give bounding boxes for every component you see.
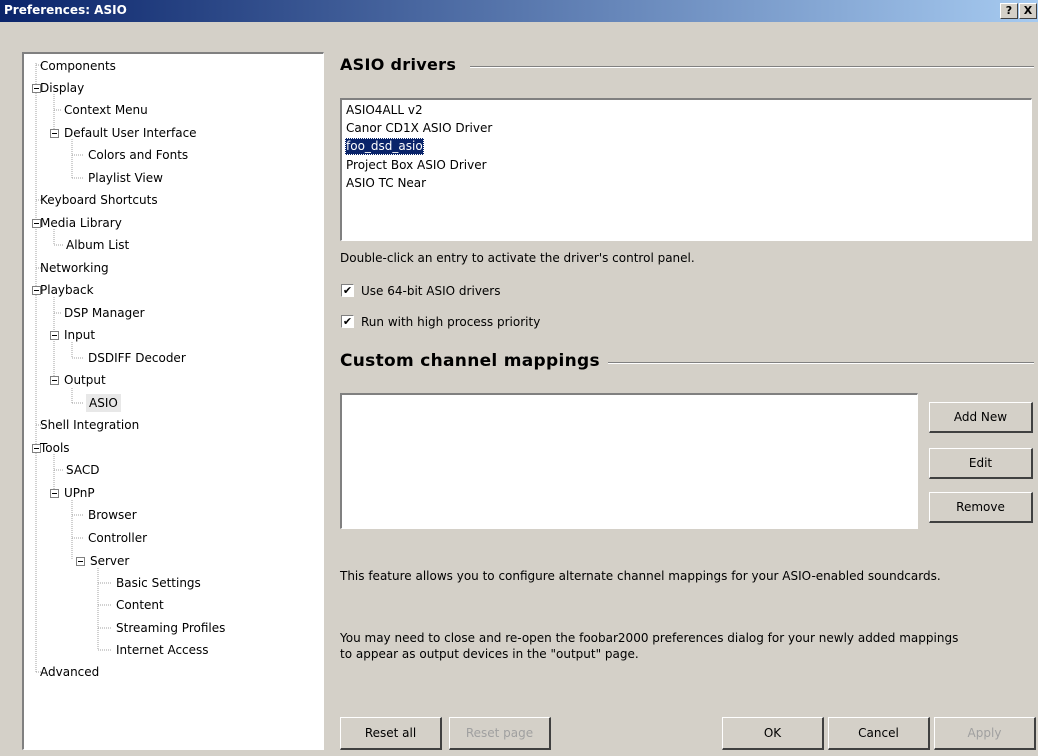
tree-item-dsdiff-decoder[interactable]: DSDIFF Decoder [88,349,186,367]
tree-item-output[interactable]: Output [64,371,106,389]
channel-mappings-header: Custom channel mappings [340,351,600,371]
tree-item-controller[interactable]: Controller [88,529,147,547]
tree-item-playlist-view[interactable]: Playlist View [88,169,163,187]
driver-hint-text: Double-click an entry to activate the dr… [340,251,695,265]
tree-item-playback[interactable]: Playback [40,281,94,299]
tree-item-asio[interactable]: ASIO [86,394,121,412]
list-item[interactable]: Project Box ASIO Driver [345,157,488,174]
add-new-button[interactable]: Add New [929,402,1033,433]
tree-item-internet-access[interactable]: Internet Access [116,641,209,659]
cancel-button[interactable]: Cancel [828,717,930,750]
edit-button[interactable]: Edit [929,448,1033,479]
asio-driver-list[interactable]: ASIO4ALL v2 Canor CD1X ASIO Driver foo_d… [340,98,1032,241]
collapse-icon[interactable] [50,331,59,340]
close-button[interactable]: X [1019,3,1037,19]
collapse-icon[interactable] [50,129,59,138]
tree-item-dsp-manager[interactable]: DSP Manager [64,304,145,322]
channel-mappings-list[interactable] [340,393,918,529]
tree-item-content[interactable]: Content [116,596,164,614]
tree-item-streaming-profiles[interactable]: Streaming Profiles [116,619,225,637]
reset-page-button[interactable]: Reset page [449,717,551,750]
tree-item-browser[interactable]: Browser [88,506,137,524]
collapse-icon[interactable] [50,489,59,498]
mappings-restart-note: You may need to close and re-open the fo… [340,631,959,661]
asio-drivers-header: ASIO drivers [340,55,457,74]
tree-item-upnp[interactable]: UPnP [64,484,95,502]
header-divider [470,66,1034,68]
remove-button[interactable]: Remove [929,492,1033,523]
list-item[interactable]: ASIO TC Near [345,175,427,192]
preferences-tree[interactable]: Components Display Context Menu Default … [22,52,324,750]
collapse-icon[interactable] [50,376,59,385]
apply-button[interactable]: Apply [934,717,1036,750]
tree-item-shell-integration[interactable]: Shell Integration [40,416,139,434]
help-button[interactable]: ? [1000,3,1018,19]
tree-item-advanced[interactable]: Advanced [40,663,99,681]
use64-label[interactable]: Use 64-bit ASIO drivers [361,284,500,298]
tree-item-media-library[interactable]: Media Library [40,214,122,232]
priority-checkbox[interactable]: ✔ [341,315,354,328]
header-divider [608,362,1034,364]
tree-item-album-list[interactable]: Album List [66,236,129,254]
use64-checkbox[interactable]: ✔ [341,284,354,297]
list-item[interactable]: foo_dsd_asio [345,138,424,155]
tree-item-networking[interactable]: Networking [40,259,109,277]
tree-item-basic-settings[interactable]: Basic Settings [116,574,201,592]
tree-item-default-user-interface[interactable]: Default User Interface [64,124,197,142]
collapse-icon[interactable] [76,557,85,566]
window-title: Preferences: ASIO [4,3,127,17]
tree-item-input[interactable]: Input [64,326,95,344]
reset-all-button[interactable]: Reset all [340,717,442,750]
priority-label[interactable]: Run with high process priority [361,315,540,329]
ok-button[interactable]: OK [722,717,824,750]
tree-item-sacd[interactable]: SACD [66,461,99,479]
list-item[interactable]: Canor CD1X ASIO Driver [345,120,493,137]
tree-item-colors-and-fonts[interactable]: Colors and Fonts [88,146,188,164]
tree-item-tools[interactable]: Tools [40,439,70,457]
list-item[interactable]: ASIO4ALL v2 [345,102,424,119]
tree-item-keyboard-shortcuts[interactable]: Keyboard Shortcuts [40,191,158,209]
tree-item-context-menu[interactable]: Context Menu [64,101,148,119]
tree-item-display[interactable]: Display [40,79,84,97]
tree-item-components[interactable]: Components [40,57,116,75]
tree-item-server[interactable]: Server [90,552,129,570]
title-bar: Preferences: ASIO ? X [0,0,1038,22]
mappings-description: This feature allows you to configure alt… [340,569,941,583]
